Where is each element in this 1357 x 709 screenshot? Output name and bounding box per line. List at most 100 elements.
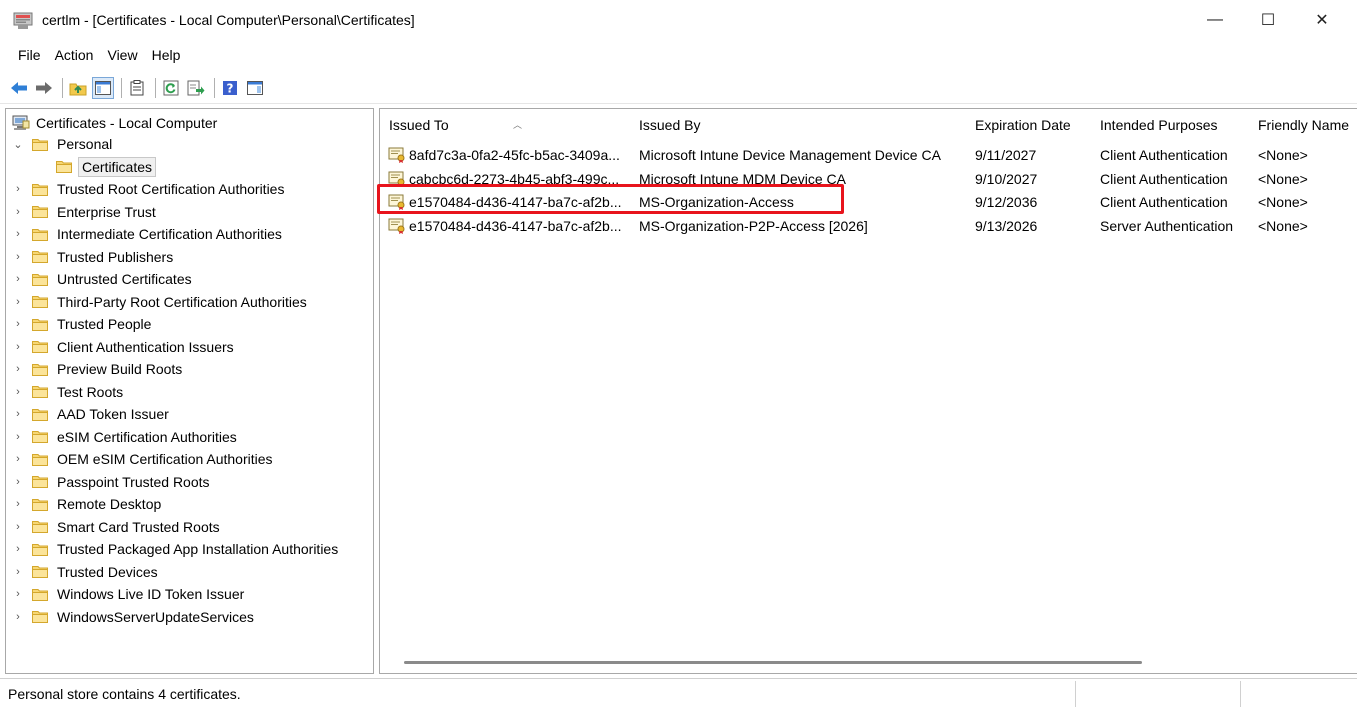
back-button[interactable] — [8, 77, 30, 99]
chevron-right-icon[interactable]: › — [10, 296, 26, 308]
chevron-right-icon[interactable]: › — [10, 206, 26, 218]
tree-item[interactable]: › Trusted Root Certification Authorities — [10, 178, 287, 200]
tree-item-label: Windows Live ID Token Issuer — [57, 586, 245, 602]
tree-item[interactable]: › Trusted People — [10, 313, 154, 335]
chevron-right-icon[interactable]: › — [10, 611, 26, 623]
column-header-issued-to[interactable]: Issued To ︿ — [389, 117, 522, 139]
tree-item-label: Trusted Packaged App Installation Author… — [57, 541, 339, 557]
toolbar: ? — [0, 72, 1357, 104]
menu-help[interactable]: Help — [152, 47, 181, 63]
tree-item[interactable]: › Remote Desktop — [10, 493, 164, 515]
chevron-right-icon[interactable]: › — [10, 341, 26, 353]
chevron-right-icon[interactable]: › — [10, 228, 26, 240]
folder-icon — [32, 408, 48, 421]
table-row[interactable]: 8afd7c3a-0fa2-45fc-b5ac-3409a... Microsof… — [380, 145, 1357, 167]
chevron-right-icon[interactable]: › — [10, 476, 26, 488]
tree-item-label: Passpoint Trusted Roots — [57, 473, 210, 490]
cell-issued-by: Microsoft Intune Device Management Devic… — [639, 147, 941, 163]
tree-item[interactable]: › Trusted Publishers — [10, 246, 176, 268]
tree-item[interactable]: › Windows Live ID Token Issuer — [10, 583, 247, 605]
tree-item[interactable]: › Trusted Devices — [10, 561, 161, 583]
folder-icon — [32, 431, 48, 443]
refresh-button[interactable] — [160, 77, 182, 99]
properties-button[interactable] — [126, 77, 148, 99]
tree-item[interactable]: ⌄ Personal — [10, 133, 115, 155]
column-header-expiration-date[interactable]: Expiration Date — [975, 117, 1071, 139]
tree-item-label: AAD Token Issuer — [57, 406, 169, 422]
chevron-right-icon[interactable]: › — [10, 498, 26, 510]
folder-icon — [32, 566, 48, 578]
maximize-button[interactable]: ☐ — [1243, 0, 1293, 40]
toolbar-separator — [62, 77, 63, 98]
horizontal-scrollbar-thumb[interactable] — [404, 661, 1142, 664]
chevron-right-icon[interactable]: › — [10, 543, 26, 555]
tree-item[interactable]: › Smart Card Trusted Roots — [10, 516, 223, 538]
minimize-button[interactable]: — — [1190, 0, 1240, 40]
menu-view[interactable]: View — [107, 47, 137, 63]
tree-item[interactable]: › Passpoint Trusted Roots — [10, 471, 213, 493]
tree-item-label: Third-Party Root Certification Authoriti… — [57, 293, 307, 310]
forward-button[interactable] — [33, 77, 55, 99]
table-row[interactable]: e1570484-d436-4147-ba7c-af2b... MS-Organi… — [380, 216, 1357, 238]
close-button[interactable]: ✕ — [1297, 0, 1347, 40]
certlm-app-icon — [13, 12, 33, 29]
certificate-icon — [388, 218, 405, 234]
tree-item[interactable]: › AAD Token Issuer — [10, 403, 172, 425]
chevron-right-icon[interactable]: › — [10, 386, 26, 398]
folder-icon — [32, 318, 48, 331]
tree-item[interactable]: › Untrusted Certificates — [10, 268, 195, 290]
cell-intended-purposes: Client Authentication — [1100, 147, 1228, 163]
maximize-icon: ☐ — [1260, 12, 1276, 29]
chevron-right-icon[interactable]: › — [10, 521, 26, 533]
folder-icon — [32, 363, 48, 376]
tree-item[interactable]: › WindowsServerUpdateServices — [10, 606, 257, 628]
chevron-right-icon[interactable]: › — [10, 431, 26, 443]
tree-item-label: Preview Build Roots — [57, 361, 183, 377]
tree-item[interactable]: › Intermediate Certification Authorities — [10, 223, 285, 245]
folder-icon — [32, 251, 48, 263]
folder-icon — [56, 161, 72, 173]
console-tree[interactable]: Certificates - Local Computer ⌄ Personal C… — [5, 108, 374, 674]
tree-item[interactable]: › Preview Build Roots — [10, 358, 185, 380]
up-one-level-button[interactable] — [67, 77, 89, 99]
tree-item[interactable]: › Trusted Packaged App Installation Autho… — [10, 538, 341, 560]
chevron-right-icon[interactable]: › — [10, 363, 26, 375]
tree-item[interactable]: › OEM eSIM Certification Authorities — [10, 448, 276, 470]
tree-item[interactable]: › Client Authentication Issuers — [10, 336, 237, 358]
close-icon: ✕ — [1315, 12, 1329, 29]
export-list-button[interactable] — [185, 77, 207, 99]
chevron-right-icon[interactable]: › — [10, 566, 26, 578]
certificate-icon — [388, 147, 405, 163]
cell-expiration-date: 9/11/2027 — [975, 147, 1037, 163]
title-bar: certlm - [Certificates - Local Computer\… — [0, 0, 1357, 40]
chevron-down-icon[interactable]: ⌄ — [10, 138, 26, 151]
status-separator — [1075, 681, 1076, 707]
tree-item-certificates[interactable]: Certificates — [34, 156, 157, 178]
column-header-issued-by[interactable]: Issued By — [639, 117, 700, 139]
folder-icon — [32, 453, 48, 466]
tree-item[interactable]: › eSIM Certification Authorities — [10, 426, 240, 448]
tree-item[interactable]: › Enterprise Trust — [10, 201, 159, 223]
chevron-right-icon[interactable]: › — [10, 318, 26, 330]
cell-friendly-name: <None> — [1258, 217, 1308, 234]
folder-icon — [32, 498, 48, 511]
chevron-right-icon[interactable]: › — [10, 273, 26, 285]
show-hide-tree-icon — [95, 80, 111, 95]
help-button[interactable]: ? — [219, 77, 241, 99]
menu-file[interactable]: File — [18, 47, 41, 63]
tree-item[interactable]: › Test Roots — [10, 381, 126, 403]
column-header-intended-purposes[interactable]: Intended Purposes — [1100, 117, 1218, 139]
chevron-right-icon[interactable]: › — [10, 408, 26, 420]
chevron-right-icon[interactable]: › — [10, 183, 26, 195]
show-hide-action-pane-button[interactable] — [244, 77, 266, 99]
cell-intended-purposes: Client Authentication — [1100, 170, 1228, 187]
chevron-right-icon[interactable]: › — [10, 251, 26, 263]
chevron-right-icon[interactable]: › — [10, 588, 26, 600]
menu-action[interactable]: Action — [55, 47, 94, 63]
column-header-friendly-name[interactable]: Friendly Name — [1258, 117, 1357, 139]
folder-icon — [32, 206, 48, 218]
tree-root[interactable]: Certificates - Local Computer — [12, 113, 217, 133]
chevron-right-icon[interactable]: › — [10, 453, 26, 465]
tree-item[interactable]: › Third-Party Root Certification Authorit… — [10, 291, 310, 313]
show-hide-console-tree-button[interactable] — [92, 76, 114, 99]
